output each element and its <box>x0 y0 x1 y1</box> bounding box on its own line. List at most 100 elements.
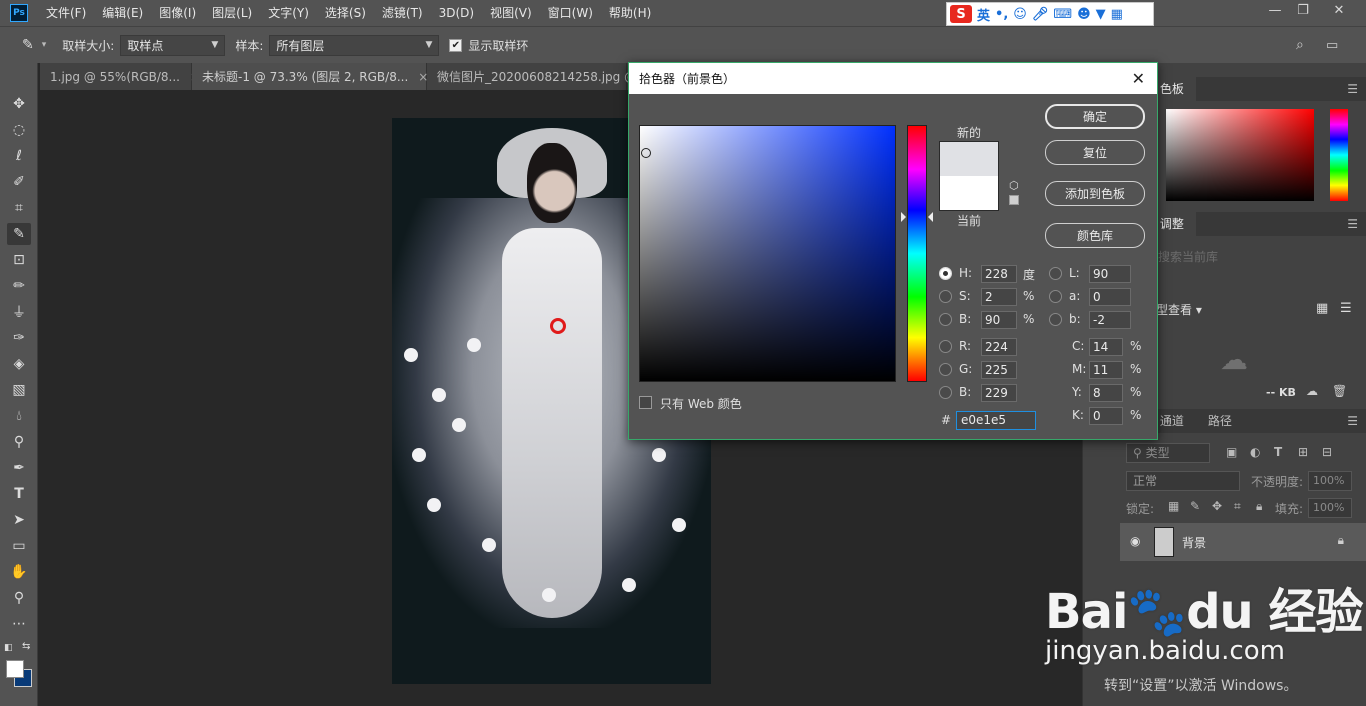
panel-menu-icon[interactable]: ☰ <box>1347 414 1358 428</box>
grid-menu-icon[interactable]: ▦ <box>1111 7 1123 22</box>
out-of-cube-warning-icon[interactable]: ⬡ <box>1009 179 1019 192</box>
more-tools-icon[interactable]: ⋯ <box>7 613 31 635</box>
skin-icon[interactable]: ▼ <box>1096 7 1106 22</box>
microphone-icon[interactable]: 🎤︎ <box>1032 7 1049 22</box>
restore-icon[interactable]: ❐ <box>1288 0 1318 22</box>
add-to-swatches-button[interactable]: 添加到色板 <box>1045 181 1145 206</box>
color-field-cursor[interactable] <box>641 148 651 158</box>
eyedropper-tool-icon[interactable]: ✎ <box>7 223 31 245</box>
menu-window[interactable]: 窗口(W) <box>540 0 601 26</box>
workspace-icon[interactable]: ▭ <box>1326 38 1338 53</box>
minimize-icon[interactable]: — <box>1260 0 1290 22</box>
user-icon[interactable]: ☻ <box>1077 7 1091 22</box>
saturation-brightness-field[interactable] <box>639 125 896 382</box>
marquee-tool-icon[interactable]: ◌ <box>7 119 31 141</box>
filter-shape-icon[interactable]: ⊞ <box>1298 445 1308 459</box>
history-brush-tool-icon[interactable]: ✑ <box>7 327 31 349</box>
hue-slider[interactable] <box>907 125 927 382</box>
lightness-input[interactable]: 90 <box>1089 265 1131 283</box>
color-libraries-button[interactable]: 颜色库 <box>1045 223 1145 248</box>
gradient-tool-icon[interactable]: ▧ <box>7 379 31 401</box>
yellow-input[interactable]: 8 <box>1089 384 1123 402</box>
rectangle-tool-icon[interactable]: ▭ <box>7 535 31 557</box>
menu-filter[interactable]: 滤镜(T) <box>374 0 431 26</box>
visibility-eye-icon[interactable]: ◉ <box>1130 534 1140 548</box>
opacity-input[interactable]: 100% <box>1308 471 1352 491</box>
a-channel-radio[interactable] <box>1049 290 1062 303</box>
blend-mode-select[interactable]: 正常 <box>1126 471 1240 491</box>
swap-colors-icon[interactable]: ⇆ <box>22 641 30 652</box>
doc-tab-3[interactable]: 微信图片_20200608214258.jpg @ <box>427 63 636 90</box>
lock-all-icon[interactable]: 🔒︎ <box>1256 499 1262 514</box>
current-color-swatch[interactable] <box>939 176 999 211</box>
red-radio[interactable] <box>939 340 952 353</box>
layer-row[interactable]: ◉ 背景 🔒︎ <box>1120 523 1366 561</box>
lock-image-icon[interactable]: ✎ <box>1190 499 1200 513</box>
lasso-tool-icon[interactable]: ℓ <box>7 145 31 167</box>
fill-input[interactable]: 100% <box>1308 498 1352 518</box>
menu-image[interactable]: 图像(I) <box>151 0 204 26</box>
zoom-tool-icon[interactable]: ⚲ <box>7 587 31 609</box>
web-colors-only-checkbox[interactable] <box>639 396 652 409</box>
tool-preset-chevron-icon[interactable]: ▾ <box>42 40 47 50</box>
sample-layers-select[interactable]: 所有图层 ▼ <box>269 34 440 56</box>
emoji-icon[interactable]: ☺ <box>1013 7 1027 22</box>
view-by-label[interactable]: 型查看 ▾ <box>1156 301 1202 318</box>
lock-artboard-icon[interactable]: ⌗ <box>1234 499 1241 514</box>
dodge-tool-icon[interactable]: ⚲ <box>7 431 31 453</box>
eraser-tool-icon[interactable]: ◈ <box>7 353 31 375</box>
tab-paths[interactable]: 路径 <box>1196 409 1244 433</box>
brightness-input[interactable]: 90 <box>981 311 1017 329</box>
filter-pixel-icon[interactable]: ▣ <box>1226 445 1237 459</box>
layer-filter-select[interactable]: ⚲ 类型 <box>1126 443 1210 463</box>
lightness-radio[interactable] <box>1049 267 1062 280</box>
show-sampling-ring-checkbox[interactable]: ✔ <box>449 38 463 52</box>
default-colors-icon[interactable]: ◧ <box>4 643 13 653</box>
b-channel-input[interactable]: -2 <box>1089 311 1131 329</box>
lock-transparent-icon[interactable]: ▦ <box>1168 499 1179 513</box>
hex-input[interactable]: e0e1e5 <box>956 411 1036 430</box>
menu-file[interactable]: 文件(F) <box>38 0 94 26</box>
foreground-color-swatch[interactable] <box>6 660 24 678</box>
green-input[interactable]: 225 <box>981 361 1017 379</box>
library-search-placeholder[interactable]: 搜索当前库 <box>1158 248 1218 265</box>
sogou-logo-icon[interactable]: S <box>950 5 972 23</box>
cyan-input[interactable]: 14 <box>1089 338 1123 356</box>
lock-position-icon[interactable]: ✥ <box>1212 499 1222 513</box>
blur-tool-icon[interactable]: 💧︎ <box>7 405 31 427</box>
eyedropper-tool-icon[interactable]: ✎ <box>22 37 34 53</box>
doc-tab-2[interactable]: 未标题-1 @ 73.3% (图层 2, RGB/8... × <box>192 63 428 90</box>
magenta-input[interactable]: 11 <box>1089 361 1123 379</box>
blue-input[interactable]: 229 <box>981 384 1017 402</box>
reset-button[interactable]: 复位 <box>1045 140 1145 165</box>
hue-slider-right-arrow-icon[interactable] <box>928 212 933 222</box>
hand-tool-icon[interactable]: ✋ <box>7 561 31 583</box>
menu-layer[interactable]: 图层(L) <box>204 0 260 26</box>
hue-slider-left-arrow-icon[interactable] <box>901 212 906 222</box>
stamp-tool-icon[interactable]: ⏚ <box>7 301 31 323</box>
doc-tab-1[interactable]: 1.jpg @ 55%(RGB/8... × <box>40 63 200 90</box>
menu-type[interactable]: 文字(Y) <box>260 0 317 26</box>
menu-view[interactable]: 视图(V) <box>482 0 540 26</box>
black-input[interactable]: 0 <box>1089 407 1123 425</box>
list-view-icon[interactable]: ☰ <box>1340 301 1352 316</box>
panel-menu-icon[interactable]: ☰ <box>1347 217 1358 231</box>
saturation-radio[interactable] <box>939 290 952 303</box>
b-channel-radio[interactable] <box>1049 313 1062 326</box>
search-icon[interactable]: ⌕ <box>1296 37 1304 53</box>
window-close-icon[interactable]: ✕ <box>1324 0 1354 22</box>
ime-mode-toggle[interactable]: 英 <box>977 5 990 24</box>
keyboard-icon[interactable]: ⌨ <box>1053 7 1072 22</box>
frame-tool-icon[interactable]: ⊡ <box>7 249 31 271</box>
brush-tool-icon[interactable]: ✏ <box>7 275 31 297</box>
trash-icon[interactable]: 🗑︎ <box>1332 384 1347 398</box>
dialog-close-icon[interactable]: ✕ <box>1132 69 1145 88</box>
menu-select[interactable]: 选择(S) <box>317 0 374 26</box>
crop-tool-icon[interactable]: ⌗ <box>7 197 31 219</box>
pen-tool-icon[interactable]: ✒ <box>7 457 31 479</box>
sample-size-select[interactable]: 取样点 ▼ <box>120 34 226 56</box>
menu-3d[interactable]: 3D(D) <box>431 0 482 26</box>
color-panel-field[interactable] <box>1166 109 1314 201</box>
green-radio[interactable] <box>939 363 952 376</box>
ok-button[interactable]: 确定 <box>1045 104 1145 129</box>
